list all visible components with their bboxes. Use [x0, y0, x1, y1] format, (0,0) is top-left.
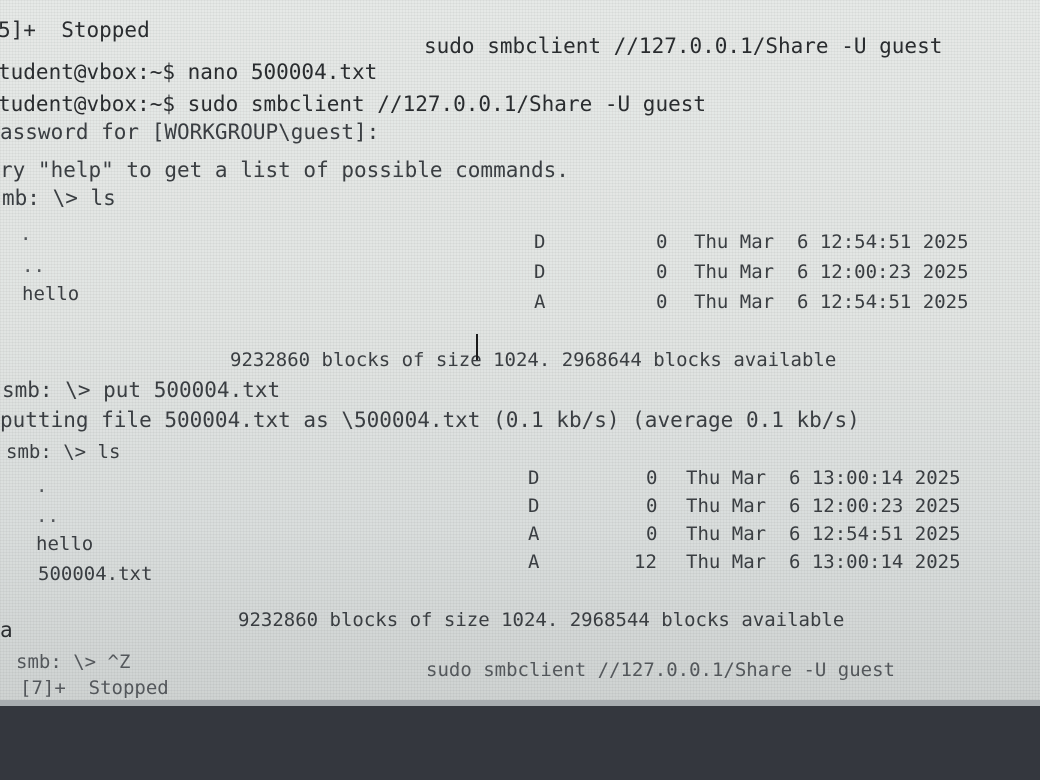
terminal-line: 9232860 blocks of size 1024. 2968644 blo… [230, 349, 837, 371]
terminal-line: Thu Mar 6 13:00:14 2025 [686, 551, 961, 573]
terminal-line: Thu Mar 6 12:54:51 2025 [694, 231, 969, 253]
monitor-bezel [0, 700, 1040, 780]
terminal-line: sudo smbclient //127.0.0.1/Share -U gues… [426, 659, 895, 681]
terminal-line: Thu Mar 6 12:00:23 2025 [686, 495, 961, 517]
terminal-line: mb: \> ls [2, 186, 116, 210]
terminal-line: 12 [634, 551, 657, 573]
terminal-line: 0 [656, 261, 668, 283]
terminal-line: putting file 500004.txt as \500004.txt (… [0, 408, 860, 432]
terminal-line: [7]+ Stopped [20, 677, 169, 699]
terminal-line: 0 [646, 495, 658, 517]
terminal-line: D [528, 495, 540, 517]
terminal-line: tudent@vbox:~$ nano 500004.txt [0, 60, 378, 84]
terminal-line: D [528, 467, 540, 489]
terminal-line: 500004.txt [38, 563, 153, 585]
terminal-line: ry "help" to get a list of possible comm… [0, 158, 569, 182]
terminal-line: A [528, 523, 540, 545]
terminal-line: tudent@vbox:~$ sudo smbclient //127.0.0.… [0, 92, 707, 116]
terminal-line: smb: \> ls [6, 441, 121, 463]
terminal-line: hello [36, 533, 94, 555]
text-cursor-icon [476, 334, 490, 360]
terminal-line: hello [22, 283, 80, 305]
terminal-line: 0 [656, 291, 668, 313]
terminal-line: Thu Mar 6 12:00:23 2025 [694, 261, 969, 283]
terminal-line: D [534, 231, 546, 253]
terminal-line: Thu Mar 6 12:54:51 2025 [686, 523, 961, 545]
terminal-line: Thu Mar 6 13:00:14 2025 [686, 467, 961, 489]
terminal-line: 0 [646, 523, 658, 545]
terminal-line: .. [36, 505, 59, 527]
terminal-line: .. [22, 255, 45, 277]
terminal-line: . [20, 223, 32, 245]
terminal-line: smb: \> put 500004.txt [2, 378, 281, 402]
terminal-line: A [528, 551, 540, 573]
terminal-line: a [0, 618, 13, 642]
terminal-line: A [534, 291, 546, 313]
screen-edge [0, 700, 1040, 706]
terminal-line: Thu Mar 6 12:54:51 2025 [694, 291, 969, 313]
terminal-line: 0 [646, 467, 658, 489]
terminal-line: smb: \> ^Z [16, 651, 131, 673]
terminal-line: assword for [WORKGROUP\guest]: [0, 120, 380, 144]
terminal-window[interactable]: 5]+ Stopped sudo smbclient //127.0.0.1/S… [0, 0, 1040, 700]
terminal-line: sudo smbclient //127.0.0.1/Share -U gues… [424, 34, 943, 58]
terminal-line: D [534, 261, 546, 283]
terminal-line: 9232860 blocks of size 1024. 2968544 blo… [238, 609, 845, 631]
terminal-line: 0 [656, 231, 668, 253]
terminal-line: . [36, 475, 48, 497]
terminal-line: 5]+ Stopped [0, 18, 150, 42]
